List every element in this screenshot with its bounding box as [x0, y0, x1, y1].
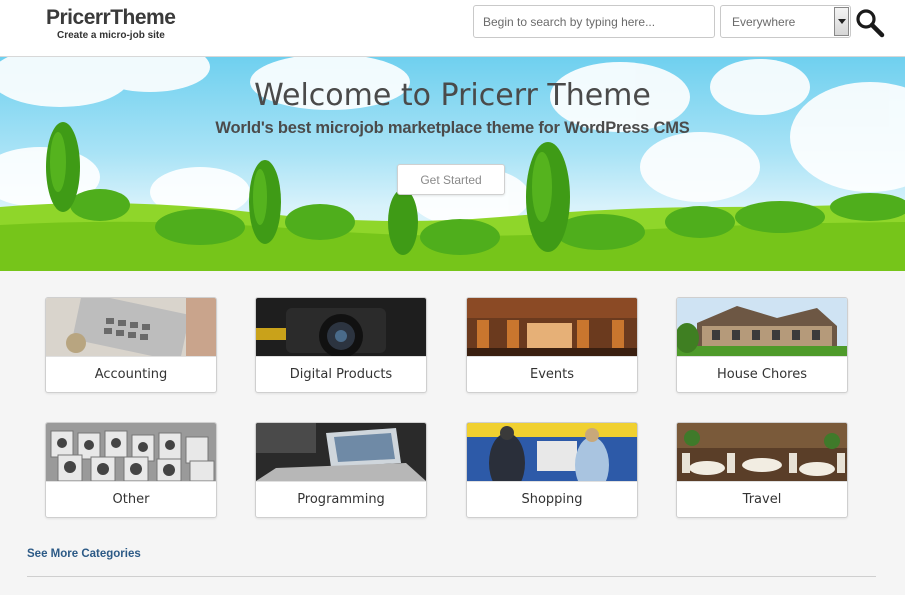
category-card-accounting[interactable]: Accounting: [45, 297, 217, 393]
site-logo[interactable]: PricerrTheme Create a micro-job site: [46, 6, 176, 42]
category-card-events[interactable]: Events: [466, 297, 638, 393]
category-label: Programming: [256, 481, 426, 517]
logo-title: PricerrTheme: [46, 6, 176, 29]
category-card-house-chores[interactable]: House Chores: [676, 297, 848, 393]
category-card-travel[interactable]: Travel: [676, 422, 848, 518]
chevron-down-icon[interactable]: [834, 7, 849, 36]
laptop-photo: [256, 423, 426, 481]
restaurant-interior-photo: [467, 298, 637, 356]
search-scope-value: Everywhere: [732, 15, 796, 29]
hero-subtitle: World's best microjob marketplace theme …: [215, 119, 690, 137]
search-scope-select[interactable]: Everywhere: [720, 5, 851, 38]
hero-banner: Welcome to Pricerr Theme World's best mi…: [0, 57, 905, 271]
logo-tagline: Create a micro-job site: [57, 30, 165, 41]
category-label: House Chores: [677, 356, 847, 392]
shoppers-photo: [467, 423, 637, 481]
see-more-categories-link[interactable]: See More Categories: [27, 548, 141, 560]
category-label: Other: [46, 481, 216, 517]
category-card-programming[interactable]: Programming: [255, 422, 427, 518]
section-divider: [27, 576, 876, 577]
category-label: Travel: [677, 481, 847, 517]
calculator-photo: [46, 298, 216, 356]
category-card-shopping[interactable]: Shopping: [466, 422, 638, 518]
search-icon[interactable]: [855, 8, 885, 38]
category-label: Digital Products: [256, 356, 426, 392]
category-label: Shopping: [467, 481, 637, 517]
dining-room-photo: [677, 423, 847, 481]
get-started-button[interactable]: Get Started: [397, 164, 505, 195]
site-header: PricerrTheme Create a micro-job site Eve…: [0, 0, 905, 57]
category-label: Accounting: [46, 356, 216, 392]
category-label: Events: [467, 356, 637, 392]
camera-photo: [256, 298, 426, 356]
frames-photo: [46, 423, 216, 481]
category-card-digital-products[interactable]: Digital Products: [255, 297, 427, 393]
search-input[interactable]: [473, 5, 715, 38]
house-photo: [677, 298, 847, 356]
category-card-other[interactable]: Other: [45, 422, 217, 518]
hero-title: Welcome to Pricerr Theme: [254, 78, 651, 113]
